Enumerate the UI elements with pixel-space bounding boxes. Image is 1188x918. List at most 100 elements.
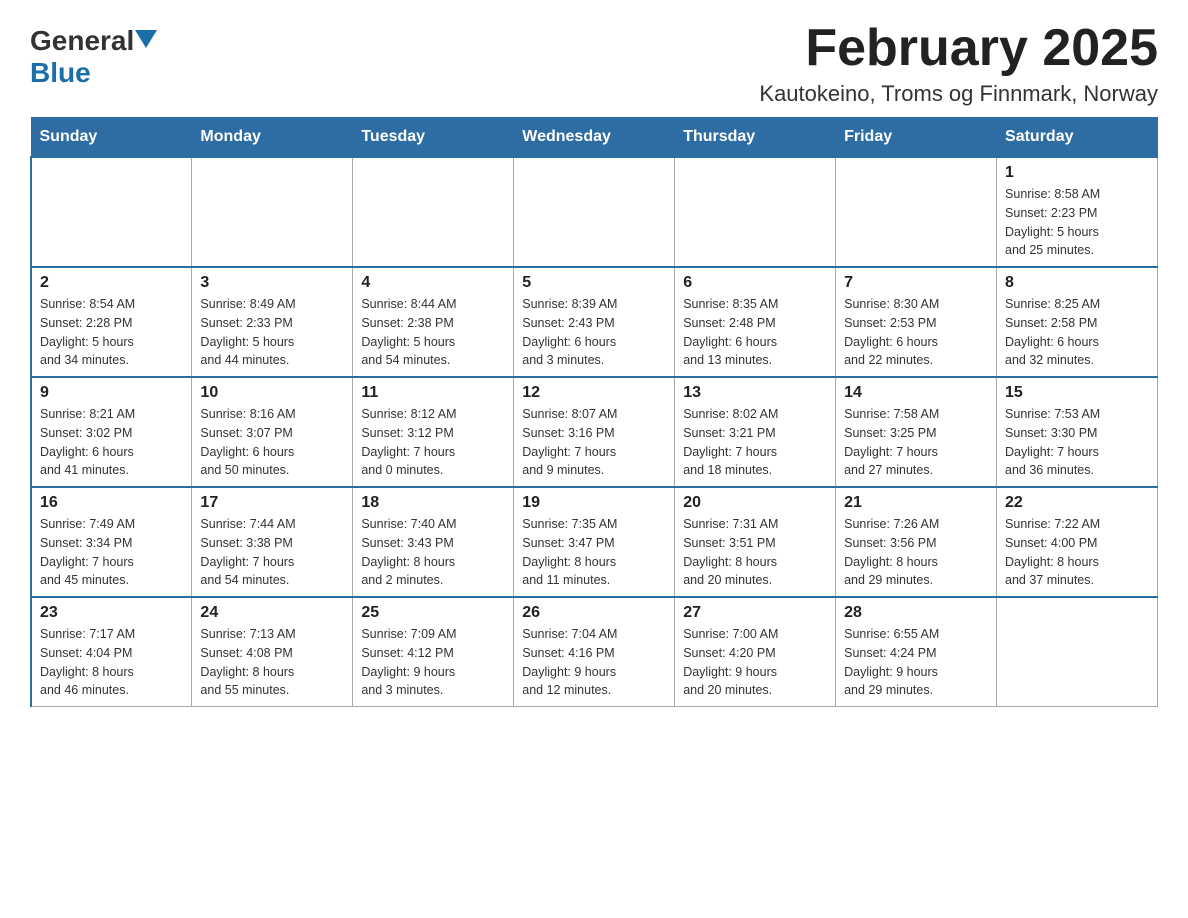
day-number: 6: [683, 274, 827, 292]
day-number: 17: [200, 494, 344, 512]
day-number: 26: [522, 604, 666, 622]
header-thursday: Thursday: [675, 118, 836, 158]
calendar-cell: 27 Sunrise: 7:00 AMSunset: 4:20 PMDayligh…: [675, 597, 836, 707]
day-number: 27: [683, 604, 827, 622]
day-info: Sunrise: 7:22 AMSunset: 4:00 PMDaylight:…: [1005, 515, 1149, 590]
day-number: 24: [200, 604, 344, 622]
day-info: Sunrise: 8:49 AMSunset: 2:33 PMDaylight:…: [200, 295, 344, 370]
header-sunday: Sunday: [31, 118, 192, 158]
day-number: 3: [200, 274, 344, 292]
calendar-cell: 21 Sunrise: 7:26 AMSunset: 3:56 PMDayligh…: [836, 487, 997, 597]
day-number: 15: [1005, 384, 1149, 402]
day-number: 14: [844, 384, 988, 402]
day-number: 4: [361, 274, 505, 292]
day-info: Sunrise: 7:26 AMSunset: 3:56 PMDaylight:…: [844, 515, 988, 590]
title-section: February 2025 Kautokeino, Troms og Finnm…: [759, 20, 1158, 107]
day-info: Sunrise: 7:40 AMSunset: 3:43 PMDaylight:…: [361, 515, 505, 590]
calendar-cell: 28 Sunrise: 6:55 AMSunset: 4:24 PMDayligh…: [836, 597, 997, 707]
calendar-cell: 3 Sunrise: 8:49 AMSunset: 2:33 PMDaylight…: [192, 267, 353, 377]
day-number: 25: [361, 604, 505, 622]
day-number: 9: [40, 384, 183, 402]
day-number: 16: [40, 494, 183, 512]
day-info: Sunrise: 7:04 AMSunset: 4:16 PMDaylight:…: [522, 625, 666, 700]
logo-triangle-icon: [135, 30, 157, 48]
calendar-cell: [192, 157, 353, 267]
calendar-cell: 19 Sunrise: 7:35 AMSunset: 3:47 PMDayligh…: [514, 487, 675, 597]
day-number: 22: [1005, 494, 1149, 512]
day-info: Sunrise: 8:07 AMSunset: 3:16 PMDaylight:…: [522, 405, 666, 480]
day-number: 11: [361, 384, 505, 402]
day-info: Sunrise: 7:09 AMSunset: 4:12 PMDaylight:…: [361, 625, 505, 700]
day-info: Sunrise: 8:58 AMSunset: 2:23 PMDaylight:…: [1005, 185, 1149, 260]
logo: General Blue: [30, 20, 158, 89]
calendar-cell: 2Sunrise: 8:54 AMSunset: 2:28 PMDaylight…: [31, 267, 192, 377]
calendar-cell: 16 Sunrise: 7:49 AMSunset: 3:34 PMDayligh…: [31, 487, 192, 597]
day-number: 18: [361, 494, 505, 512]
calendar-cell: 22 Sunrise: 7:22 AMSunset: 4:00 PMDayligh…: [997, 487, 1158, 597]
calendar-table: SundayMondayTuesdayWednesdayThursdayFrid…: [30, 117, 1158, 707]
day-info: Sunrise: 8:16 AMSunset: 3:07 PMDaylight:…: [200, 405, 344, 480]
calendar-cell: 23Sunrise: 7:17 AMSunset: 4:04 PMDayligh…: [31, 597, 192, 707]
day-info: Sunrise: 7:53 AMSunset: 3:30 PMDaylight:…: [1005, 405, 1149, 480]
day-info: Sunrise: 8:39 AMSunset: 2:43 PMDaylight:…: [522, 295, 666, 370]
day-info: Sunrise: 6:55 AMSunset: 4:24 PMDaylight:…: [844, 625, 988, 700]
calendar-cell: [675, 157, 836, 267]
day-info: Sunrise: 8:30 AMSunset: 2:53 PMDaylight:…: [844, 295, 988, 370]
day-info: Sunrise: 7:13 AMSunset: 4:08 PMDaylight:…: [200, 625, 344, 700]
day-info: Sunrise: 8:12 AMSunset: 3:12 PMDaylight:…: [361, 405, 505, 480]
calendar-cell: 17 Sunrise: 7:44 AMSunset: 3:38 PMDayligh…: [192, 487, 353, 597]
day-number: 2: [40, 274, 183, 292]
calendar-cell: 6Sunrise: 8:35 AMSunset: 2:48 PMDaylight…: [675, 267, 836, 377]
week-row-2: 2Sunrise: 8:54 AMSunset: 2:28 PMDaylight…: [31, 267, 1158, 377]
day-number: 19: [522, 494, 666, 512]
day-number: 1: [1005, 164, 1149, 182]
calendar-cell: [836, 157, 997, 267]
calendar-cell: 1 Sunrise: 8:58 AMSunset: 2:23 PMDaylight…: [997, 157, 1158, 267]
header-tuesday: Tuesday: [353, 118, 514, 158]
header-friday: Friday: [836, 118, 997, 158]
week-row-3: 9 Sunrise: 8:21 AMSunset: 3:02 PMDaylight…: [31, 377, 1158, 487]
calendar-cell: 24 Sunrise: 7:13 AMSunset: 4:08 PMDayligh…: [192, 597, 353, 707]
day-number: 28: [844, 604, 988, 622]
day-number: 13: [683, 384, 827, 402]
calendar-cell: [514, 157, 675, 267]
day-number: 8: [1005, 274, 1149, 292]
day-info: Sunrise: 8:21 AMSunset: 3:02 PMDaylight:…: [40, 405, 183, 480]
day-info: Sunrise: 8:44 AMSunset: 2:38 PMDaylight:…: [361, 295, 505, 370]
calendar-cell: 26 Sunrise: 7:04 AMSunset: 4:16 PMDayligh…: [514, 597, 675, 707]
subtitle: Kautokeino, Troms og Finnmark, Norway: [759, 81, 1158, 107]
calendar-cell: 11 Sunrise: 8:12 AMSunset: 3:12 PMDayligh…: [353, 377, 514, 487]
calendar-cell: 12 Sunrise: 8:07 AMSunset: 3:16 PMDayligh…: [514, 377, 675, 487]
header-wednesday: Wednesday: [514, 118, 675, 158]
day-info: Sunrise: 7:00 AMSunset: 4:20 PMDaylight:…: [683, 625, 827, 700]
calendar-cell: 25 Sunrise: 7:09 AMSunset: 4:12 PMDayligh…: [353, 597, 514, 707]
main-title: February 2025: [759, 20, 1158, 77]
calendar-cell: 7 Sunrise: 8:30 AMSunset: 2:53 PMDaylight…: [836, 267, 997, 377]
calendar-cell: [353, 157, 514, 267]
calendar-cell: [997, 597, 1158, 707]
day-number: 7: [844, 274, 988, 292]
day-info: Sunrise: 7:31 AMSunset: 3:51 PMDaylight:…: [683, 515, 827, 590]
day-info: Sunrise: 7:49 AMSunset: 3:34 PMDaylight:…: [40, 515, 183, 590]
day-number: 20: [683, 494, 827, 512]
logo-general-text: General: [30, 25, 134, 57]
day-number: 5: [522, 274, 666, 292]
day-info: Sunrise: 7:44 AMSunset: 3:38 PMDaylight:…: [200, 515, 344, 590]
calendar-cell: 15 Sunrise: 7:53 AMSunset: 3:30 PMDayligh…: [997, 377, 1158, 487]
day-number: 10: [200, 384, 344, 402]
day-info: Sunrise: 8:25 AMSunset: 2:58 PMDaylight:…: [1005, 295, 1149, 370]
calendar-cell: [31, 157, 192, 267]
page-header: General Blue February 2025 Kautokeino, T…: [30, 20, 1158, 107]
day-info: Sunrise: 7:35 AMSunset: 3:47 PMDaylight:…: [522, 515, 666, 590]
calendar-cell: 9 Sunrise: 8:21 AMSunset: 3:02 PMDaylight…: [31, 377, 192, 487]
header-saturday: Saturday: [997, 118, 1158, 158]
header-monday: Monday: [192, 118, 353, 158]
day-number: 12: [522, 384, 666, 402]
calendar-cell: 18 Sunrise: 7:40 AMSunset: 3:43 PMDayligh…: [353, 487, 514, 597]
day-info: Sunrise: 8:02 AMSunset: 3:21 PMDaylight:…: [683, 405, 827, 480]
calendar-cell: 10 Sunrise: 8:16 AMSunset: 3:07 PMDayligh…: [192, 377, 353, 487]
logo-blue-text: Blue: [30, 57, 91, 88]
calendar-cell: 14 Sunrise: 7:58 AMSunset: 3:25 PMDayligh…: [836, 377, 997, 487]
day-info: Sunrise: 7:58 AMSunset: 3:25 PMDaylight:…: [844, 405, 988, 480]
day-number: 21: [844, 494, 988, 512]
